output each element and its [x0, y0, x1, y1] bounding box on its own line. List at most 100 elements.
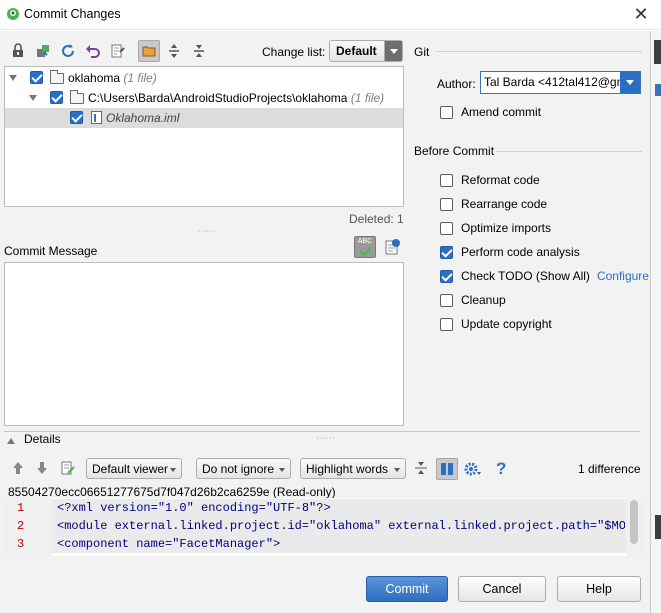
option-label: Update copyright — [461, 317, 552, 331]
author-input[interactable]: Tal Barda <412tal412@gm — [482, 74, 620, 91]
spellcheck-icon[interactable]: ABC — [354, 236, 376, 258]
code-line: <component name="FacetManager"> — [57, 537, 281, 551]
changes-tree[interactable]: oklahoma (1 file) C:\Users\Barda\Android… — [4, 66, 404, 207]
next-difference-icon[interactable] — [35, 461, 49, 475]
show-diff-icon[interactable] — [109, 42, 127, 60]
section-divider — [436, 51, 642, 52]
option-checkbox[interactable] — [440, 221, 453, 235]
tree-checkbox[interactable] — [50, 91, 63, 104]
option-label: Optimize imports — [461, 221, 552, 235]
option-optimize-imports[interactable]: Optimize imports — [440, 220, 551, 236]
configure-link[interactable]: Configure — [597, 269, 649, 283]
chevron-down-icon[interactable] — [620, 72, 640, 93]
ignore-whitespace-dropdown[interactable]: Do not ignore — [196, 458, 291, 479]
move-icon[interactable] — [34, 42, 52, 60]
chevron-down-icon — [384, 41, 402, 61]
option-checkbox[interactable] — [440, 269, 453, 283]
collapse-all-icon[interactable] — [190, 42, 208, 60]
background-window-edge — [654, 40, 661, 64]
spellcheck-text: ABC — [357, 238, 373, 245]
rollback-icon[interactable] — [84, 42, 102, 60]
option-rearrange-code[interactable]: Rearrange code — [440, 196, 547, 212]
tree-checkbox[interactable] — [70, 111, 83, 124]
code-line: <module external.linked.project.id="okla… — [57, 519, 625, 533]
amend-commit-option[interactable]: Amend commit — [440, 104, 541, 120]
vcs-update-icon[interactable] — [9, 42, 27, 60]
difference-count: 1 difference — [578, 462, 641, 476]
previous-difference-icon[interactable] — [11, 461, 25, 475]
chevron-up-icon[interactable] — [7, 438, 15, 444]
amend-commit-checkbox[interactable] — [440, 105, 453, 119]
tree-row-meta: (1 file) — [123, 71, 157, 85]
background-window-edge — [655, 515, 661, 539]
line-number: 3 — [17, 537, 25, 551]
commit-message-input[interactable] — [4, 262, 404, 426]
diff-scrollbar-thumb[interactable] — [630, 500, 638, 544]
splitter-grip[interactable]: ⋯⋯ — [197, 226, 216, 237]
option-update-copyright[interactable]: Update copyright — [440, 316, 552, 332]
chevron-down-icon[interactable] — [9, 75, 17, 81]
git-section-title: Git — [414, 45, 430, 59]
folder-icon — [70, 90, 84, 104]
author-combobox[interactable]: Tal Barda <412tal412@gm — [480, 71, 641, 94]
tree-row-name: Oklahoma.iml — [106, 111, 180, 125]
details-label: Details — [24, 432, 61, 446]
expand-all-icon[interactable] — [165, 42, 183, 60]
chevron-down-icon[interactable] — [29, 95, 37, 101]
background-window-edge — [655, 84, 661, 96]
option-checkbox[interactable] — [440, 245, 453, 259]
code-line: <?xml version="1.0" encoding="UTF-8"?> — [57, 501, 331, 515]
commit-history-icon[interactable] — [383, 238, 401, 256]
details-divider — [4, 431, 640, 432]
deleted-status: Deleted: 1 — [349, 212, 404, 226]
before-commit-section-title: Before Commit — [414, 144, 495, 158]
line-number: 1 — [17, 501, 25, 515]
commit-message-label: Commit Message — [4, 244, 98, 258]
align-changes-icon[interactable] — [414, 461, 428, 475]
module-file-icon — [91, 111, 102, 124]
edit-source-icon[interactable] — [60, 460, 76, 476]
help-icon[interactable]: ? — [496, 459, 510, 478]
option-label: Perform code analysis — [461, 245, 580, 259]
option-reformat-code[interactable]: Reformat code — [440, 172, 540, 188]
option-label: Rearrange code — [461, 197, 548, 211]
close-icon[interactable]: ✕ — [630, 3, 652, 25]
refresh-icon[interactable] — [59, 42, 77, 60]
tree-checkbox[interactable] — [30, 71, 43, 84]
folder-icon — [50, 70, 64, 84]
highlight-dropdown[interactable]: Highlight words — [300, 458, 406, 479]
android-studio-icon — [7, 8, 19, 20]
group-by-directory-icon[interactable] — [138, 40, 160, 62]
option-perform-code-analysis[interactable]: Perform code analysis — [440, 244, 580, 260]
diff-file-header: 85504270ecc06651277675d7f047d26b2ca6259e… — [8, 485, 336, 499]
change-list-label: Change list: — [262, 45, 326, 59]
option-checkbox[interactable] — [440, 197, 453, 211]
help-button[interactable]: Help — [557, 576, 641, 602]
option-label: Reformat code — [461, 173, 540, 187]
change-list-value: Default — [336, 44, 377, 58]
author-label: Author: — [437, 77, 476, 91]
tree-row-file[interactable]: Oklahoma.iml — [5, 108, 403, 128]
cancel-button[interactable]: Cancel — [458, 576, 546, 602]
change-list-dropdown[interactable]: Default — [329, 40, 403, 62]
tree-row-name: C:\Users\Barda\AndroidStudioProjects\okl… — [88, 91, 348, 105]
tree-row-root[interactable]: oklahoma (1 file) — [5, 68, 403, 88]
section-divider — [496, 151, 642, 152]
highlight-value: Highlight words — [306, 462, 389, 476]
settings-gear-icon[interactable] — [463, 460, 481, 478]
side-by-side-icon[interactable] — [436, 458, 458, 480]
tree-row-directory[interactable]: C:\Users\Barda\AndroidStudioProjects\okl… — [5, 88, 403, 108]
option-check-todo[interactable]: Check TODO (Show All) Configure — [440, 268, 649, 284]
splitter-grip[interactable]: ⋯⋯ — [316, 433, 335, 444]
ignore-value: Do not ignore — [202, 462, 275, 476]
option-checkbox[interactable] — [440, 173, 453, 187]
option-checkbox[interactable] — [440, 293, 453, 307]
option-cleanup[interactable]: Cleanup — [440, 292, 506, 308]
viewer-dropdown[interactable]: Default viewer — [86, 458, 182, 479]
line-number: 2 — [17, 519, 25, 533]
commit-button[interactable]: Commit — [366, 576, 448, 602]
window-title: Commit Changes — [24, 7, 121, 21]
tree-row-meta: (1 file) — [350, 91, 385, 105]
viewer-value: Default viewer — [92, 462, 169, 476]
option-checkbox[interactable] — [440, 317, 453, 331]
